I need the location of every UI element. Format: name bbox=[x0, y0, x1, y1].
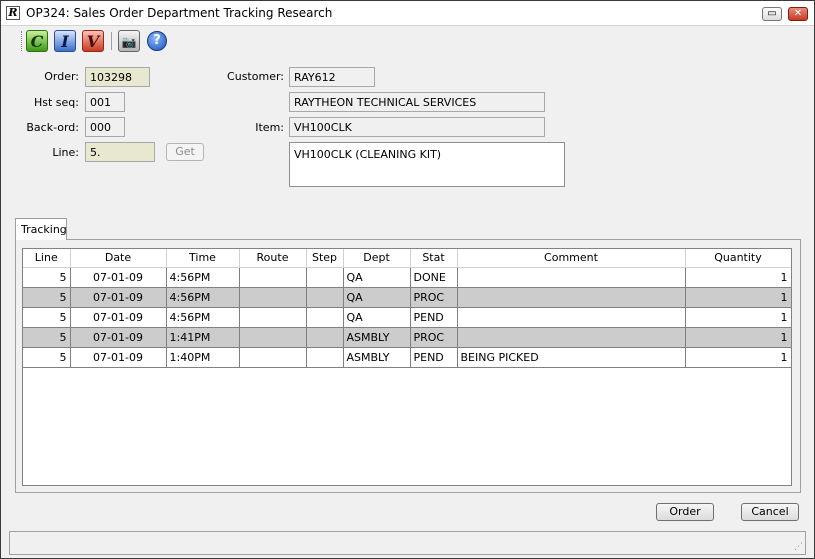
cell-stat: PEND bbox=[410, 307, 458, 328]
cell-step bbox=[306, 287, 344, 308]
get-button[interactable]: Get bbox=[166, 143, 204, 161]
order-field[interactable]: 103298 bbox=[85, 67, 150, 87]
column-header-route[interactable]: Route bbox=[239, 249, 307, 268]
cell-route bbox=[239, 347, 307, 368]
cell-route bbox=[239, 327, 307, 348]
tracking-table: Line Date Time Route Step Dept Stat Comm… bbox=[22, 248, 792, 486]
cell-quantity: 1 bbox=[685, 307, 791, 328]
cell-dept: ASMBLY bbox=[343, 327, 411, 348]
camera-icon[interactable]: 📷 bbox=[118, 30, 140, 52]
cell-dept: QA bbox=[343, 307, 411, 328]
hst-seq-field[interactable]: 001 bbox=[85, 92, 125, 112]
cell-quantity: 1 bbox=[685, 347, 791, 368]
cell-stat: PROC bbox=[410, 327, 458, 348]
cell-comment: BEING PICKED bbox=[457, 347, 686, 368]
cell-step bbox=[306, 267, 344, 288]
cell-time: 1:41PM bbox=[166, 327, 240, 348]
cell-quantity: 1 bbox=[685, 267, 791, 288]
title-bar: R OP324: Sales Order Department Tracking… bbox=[1, 1, 814, 26]
back-ord-label: Back-ord: bbox=[26, 121, 79, 134]
toolbar-grip bbox=[21, 31, 24, 51]
cell-date: 07-01-09 bbox=[70, 347, 167, 368]
table-row[interactable]: 5 07-01-09 1:41PM ASMBLY PROC 1 bbox=[23, 327, 791, 348]
cell-line: 5 bbox=[23, 347, 71, 368]
column-header-step[interactable]: Step bbox=[306, 249, 344, 268]
cell-stat: PEND bbox=[410, 347, 458, 368]
customer-label: Customer: bbox=[227, 70, 284, 83]
tab-tracking[interactable]: Tracking bbox=[15, 218, 67, 240]
table-row[interactable]: 5 07-01-09 1:40PM ASMBLY PEND BEING PICK… bbox=[23, 347, 791, 368]
table-row[interactable]: 5 07-01-09 4:56PM QA DONE 1 bbox=[23, 267, 791, 288]
column-header-dept[interactable]: Dept bbox=[343, 249, 411, 268]
cell-route bbox=[239, 267, 307, 288]
help-icon[interactable]: ? bbox=[147, 31, 167, 51]
i-icon[interactable]: I bbox=[54, 30, 76, 52]
cell-stat: PROC bbox=[410, 287, 458, 308]
table-row[interactable]: 5 07-01-09 4:56PM QA PEND 1 bbox=[23, 307, 791, 328]
resize-grip-icon[interactable]: ⋰ bbox=[794, 542, 803, 552]
v-icon[interactable]: V bbox=[82, 30, 104, 52]
customer-name-field: RAYTHEON TECHNICAL SERVICES bbox=[289, 92, 545, 112]
line-field[interactable]: 5. bbox=[85, 142, 155, 162]
cell-comment bbox=[457, 267, 686, 288]
item-description-box: VH100CLK (CLEANING KIT) bbox=[289, 142, 565, 187]
cell-step bbox=[306, 327, 344, 348]
line-label: Line: bbox=[52, 146, 79, 159]
cell-quantity: 1 bbox=[685, 287, 791, 308]
customer-field[interactable]: RAY612 bbox=[289, 67, 375, 87]
cell-line: 5 bbox=[23, 267, 71, 288]
column-header-line[interactable]: Line bbox=[23, 249, 71, 268]
cell-date: 07-01-09 bbox=[70, 267, 167, 288]
column-header-date[interactable]: Date bbox=[70, 249, 167, 268]
table-row[interactable]: 5 07-01-09 4:56PM QA PROC 1 bbox=[23, 287, 791, 308]
cell-dept: ASMBLY bbox=[343, 347, 411, 368]
item-label: Item: bbox=[255, 121, 284, 134]
cell-date: 07-01-09 bbox=[70, 327, 167, 348]
status-bar: ⋰ bbox=[9, 531, 806, 555]
cell-time: 1:40PM bbox=[166, 347, 240, 368]
cell-line: 5 bbox=[23, 327, 71, 348]
cell-quantity: 1 bbox=[685, 327, 791, 348]
order-button[interactable]: Order bbox=[656, 503, 714, 521]
app-logo-icon: R bbox=[6, 6, 20, 20]
column-header-stat[interactable]: Stat bbox=[410, 249, 458, 268]
cell-stat: DONE bbox=[410, 267, 458, 288]
cell-time: 4:56PM bbox=[166, 287, 240, 308]
column-header-comment[interactable]: Comment bbox=[457, 249, 686, 268]
cell-dept: QA bbox=[343, 287, 411, 308]
cell-route bbox=[239, 307, 307, 328]
cell-line: 5 bbox=[23, 287, 71, 308]
column-header-time[interactable]: Time bbox=[166, 249, 240, 268]
toolbar-separator bbox=[111, 32, 112, 50]
cell-step bbox=[306, 347, 344, 368]
cell-step bbox=[306, 307, 344, 328]
cancel-button[interactable]: Cancel bbox=[741, 503, 799, 521]
column-header-quantity[interactable]: Quantity bbox=[685, 249, 791, 268]
cell-dept: QA bbox=[343, 267, 411, 288]
c-icon[interactable]: C bbox=[26, 30, 48, 52]
cell-date: 07-01-09 bbox=[70, 307, 167, 328]
cell-time: 4:56PM bbox=[166, 267, 240, 288]
cell-comment bbox=[457, 287, 686, 308]
cell-time: 4:56PM bbox=[166, 307, 240, 328]
back-ord-field[interactable]: 000 bbox=[85, 117, 125, 137]
item-field[interactable]: VH100CLK bbox=[289, 117, 545, 137]
table-header-row: Line Date Time Route Step Dept Stat Comm… bbox=[23, 249, 791, 268]
restore-button[interactable]: ▭ bbox=[762, 7, 782, 21]
cell-comment bbox=[457, 327, 686, 348]
cell-comment bbox=[457, 307, 686, 328]
app-window: R OP324: Sales Order Department Tracking… bbox=[0, 0, 815, 559]
close-button[interactable]: ✕ bbox=[788, 7, 808, 21]
cell-date: 07-01-09 bbox=[70, 287, 167, 308]
hst-seq-label: Hst seq: bbox=[34, 96, 79, 109]
cell-route bbox=[239, 287, 307, 308]
order-label: Order: bbox=[44, 70, 79, 83]
cell-line: 5 bbox=[23, 307, 71, 328]
window-title: OP324: Sales Order Department Tracking R… bbox=[26, 6, 333, 20]
